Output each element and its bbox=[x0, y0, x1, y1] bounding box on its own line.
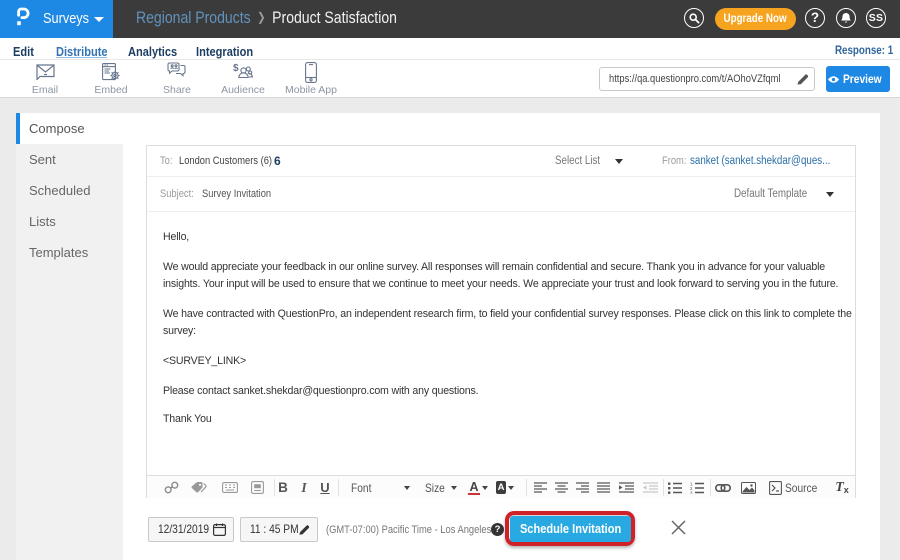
svg-text:3: 3 bbox=[690, 490, 693, 494]
svg-text:$: $ bbox=[233, 63, 239, 74]
